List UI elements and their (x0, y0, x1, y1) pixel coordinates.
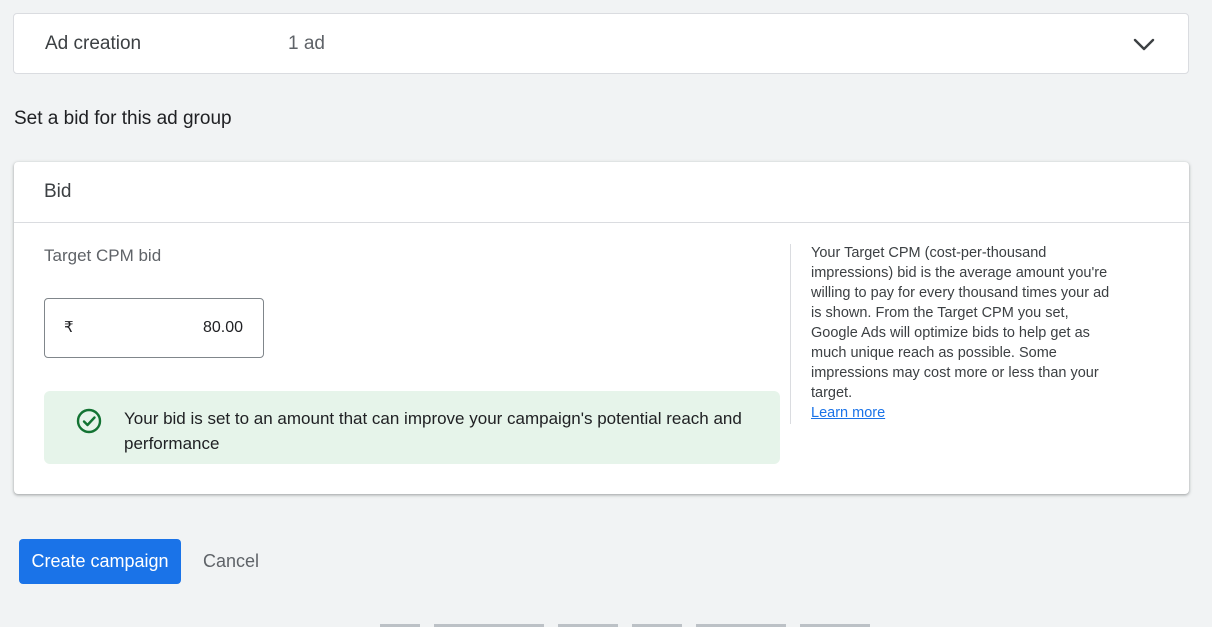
bid-card-title: Bid (44, 181, 72, 202)
bid-section-heading: Set a bid for this ad group (14, 108, 232, 129)
target-cpm-label: Target CPM bid (44, 246, 162, 265)
check-circle-icon (76, 408, 102, 434)
ad-creation-summary: 1 ad (288, 33, 325, 54)
learn-more-link[interactable]: Learn more (811, 403, 885, 423)
cancel-button[interactable]: Cancel (190, 539, 272, 584)
target-cpm-field[interactable]: ₹ (44, 298, 264, 358)
target-cpm-help: Your Target CPM (cost-per-thousand impre… (811, 243, 1111, 423)
chevron-down-icon[interactable] (1132, 34, 1156, 54)
target-cpm-help-text: Your Target CPM (cost-per-thousand impre… (811, 245, 1110, 401)
currency-symbol: ₹ (64, 319, 74, 336)
bid-card-header: Bid (14, 162, 1189, 223)
bid-success-message: Your bid is set to an amount that can im… (124, 409, 742, 453)
bid-card: Bid Target CPM bid ₹ Your bid is set to … (14, 162, 1189, 494)
ad-creation-panel[interactable]: Ad creation 1 ad (13, 13, 1189, 74)
target-cpm-input[interactable] (85, 311, 243, 345)
bid-success-notice: Your bid is set to an amount that can im… (44, 391, 780, 464)
vertical-divider (790, 244, 791, 424)
footer-cutoff-text (380, 621, 940, 627)
ad-creation-title: Ad creation (45, 33, 142, 54)
create-campaign-button[interactable]: Create campaign (19, 539, 181, 584)
